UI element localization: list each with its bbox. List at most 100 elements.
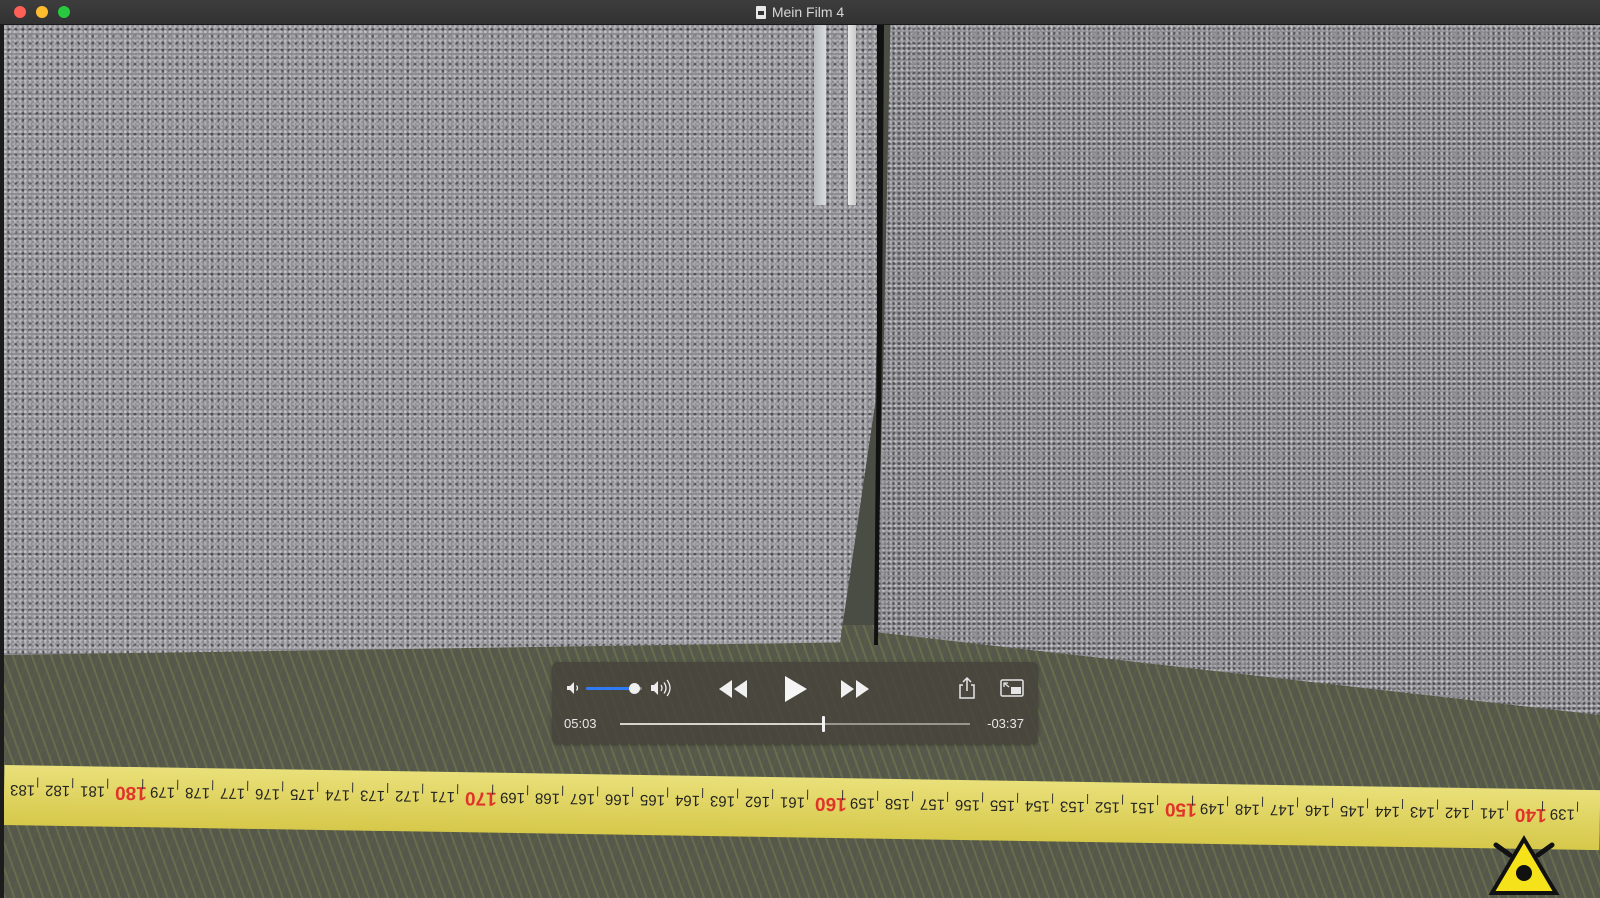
picture-in-picture-icon[interactable]	[1000, 678, 1024, 698]
tape-tick	[282, 781, 284, 792]
tape-tick	[72, 778, 74, 789]
tape-number: 179	[149, 783, 176, 801]
tape-number: 178	[184, 783, 211, 802]
tape-number: 183	[9, 781, 36, 799]
tape-tick	[702, 787, 704, 798]
tape-tick	[632, 786, 634, 797]
tape-tick	[212, 780, 214, 791]
tape-number: 171	[429, 787, 456, 806]
tape-number: 165	[639, 790, 666, 809]
tape-tick	[317, 781, 319, 792]
tape-number: 141	[1479, 804, 1506, 822]
tape-number: 143	[1409, 803, 1436, 821]
window-title-wrap: Mein Film 4	[0, 0, 1600, 24]
volume-slider[interactable]	[586, 683, 642, 694]
tape-number: 156	[954, 795, 981, 814]
tape-number: 163	[709, 792, 736, 810]
tape-number: 175	[289, 785, 316, 803]
tape-tick	[982, 792, 984, 803]
tape-tick	[142, 779, 144, 790]
tape-tick	[247, 780, 249, 791]
tape-number: 177	[219, 784, 246, 802]
volume-knob[interactable]	[628, 683, 640, 694]
tape-tick	[842, 790, 844, 801]
tape-tick	[1506, 800, 1509, 811]
tape-tick	[37, 777, 39, 788]
playback-controls: 05:03 -03:37	[552, 662, 1038, 744]
tape-tick	[1541, 801, 1544, 812]
tape-number: 169	[499, 788, 526, 807]
tape-number: 145	[1339, 801, 1366, 820]
tape-tick	[667, 787, 669, 798]
remaining-time: -03:37	[987, 716, 1024, 731]
tape-tick	[1191, 795, 1194, 806]
tape-number: 174	[324, 786, 351, 804]
tape-number: 173	[359, 786, 386, 804]
speaker-high-icon[interactable]	[650, 679, 674, 697]
share-icon[interactable]	[957, 676, 977, 700]
tape-number: 154	[1024, 797, 1051, 815]
metal-tool	[804, 25, 874, 205]
tape-number: 157	[919, 795, 946, 813]
tape-number: 182	[44, 781, 71, 800]
tape-number: 181	[79, 782, 106, 800]
tape-number: 158	[884, 794, 911, 813]
tape-number: 166	[604, 790, 631, 808]
tape-tick	[527, 785, 529, 796]
tape-number: 161	[779, 793, 806, 811]
fast-forward-icon[interactable]	[840, 678, 870, 700]
tape-number: 164	[674, 791, 701, 809]
play-icon[interactable]	[780, 674, 810, 704]
tape-tick	[597, 786, 599, 797]
tape-tick	[1366, 798, 1369, 809]
volume-fill	[586, 687, 634, 690]
tape-tick	[1576, 801, 1579, 812]
tape-tick	[1401, 798, 1404, 809]
scrubber-track[interactable]	[620, 716, 970, 732]
video-frame[interactable]: 183 182 181 180 179 178 177 176 175 174 173 172 171 1…	[4, 25, 1600, 898]
speaker-low-icon[interactable]	[566, 681, 582, 695]
tape-number: 172	[394, 787, 421, 805]
tape-tick	[1156, 795, 1159, 806]
tape-tick	[912, 791, 914, 802]
document-icon	[755, 5, 766, 19]
tape-number: 155	[989, 796, 1016, 814]
tape-tick	[387, 783, 389, 794]
tape-number: 149	[1199, 799, 1226, 818]
tape-number: 144	[1374, 802, 1401, 820]
title-bar: Mein Film 4	[0, 0, 1600, 25]
scrubber-fill	[620, 723, 823, 725]
tape-number: 167	[569, 789, 596, 808]
right-paving-slab	[876, 25, 1600, 715]
tape-number: 176	[254, 784, 281, 803]
tape-number: 168	[534, 789, 561, 807]
playhead[interactable]	[822, 716, 825, 732]
tape-number: 152	[1094, 798, 1121, 816]
warning-triangle-logo	[1488, 835, 1560, 895]
tape-number: 159	[849, 794, 876, 812]
tape-number: 162	[744, 792, 771, 811]
tape-tick	[737, 788, 739, 799]
tape-tick	[177, 779, 179, 790]
current-time: 05:03	[564, 716, 597, 731]
tape-tick	[1296, 797, 1299, 808]
left-paving-slab	[4, 25, 884, 655]
tape-tick	[1471, 800, 1474, 811]
tape-tick	[1226, 796, 1229, 807]
tape-tick	[1436, 799, 1439, 810]
tape-number: 139	[1549, 805, 1576, 823]
tape-number: 153	[1059, 797, 1086, 815]
tape-tick	[1051, 793, 1054, 804]
tape-tick	[772, 789, 774, 800]
tape-tick	[492, 784, 494, 795]
tape-tick	[1086, 794, 1089, 805]
tape-tick	[352, 782, 354, 793]
tape-number: 151	[1129, 798, 1156, 817]
tape-tick	[1331, 797, 1334, 808]
rewind-icon[interactable]	[718, 678, 748, 700]
tape-tick	[1121, 794, 1124, 805]
tape-tick	[1017, 792, 1019, 803]
tape-tick	[1261, 796, 1264, 807]
tape-number: 147	[1269, 800, 1296, 819]
tape-number: 148	[1234, 800, 1261, 818]
